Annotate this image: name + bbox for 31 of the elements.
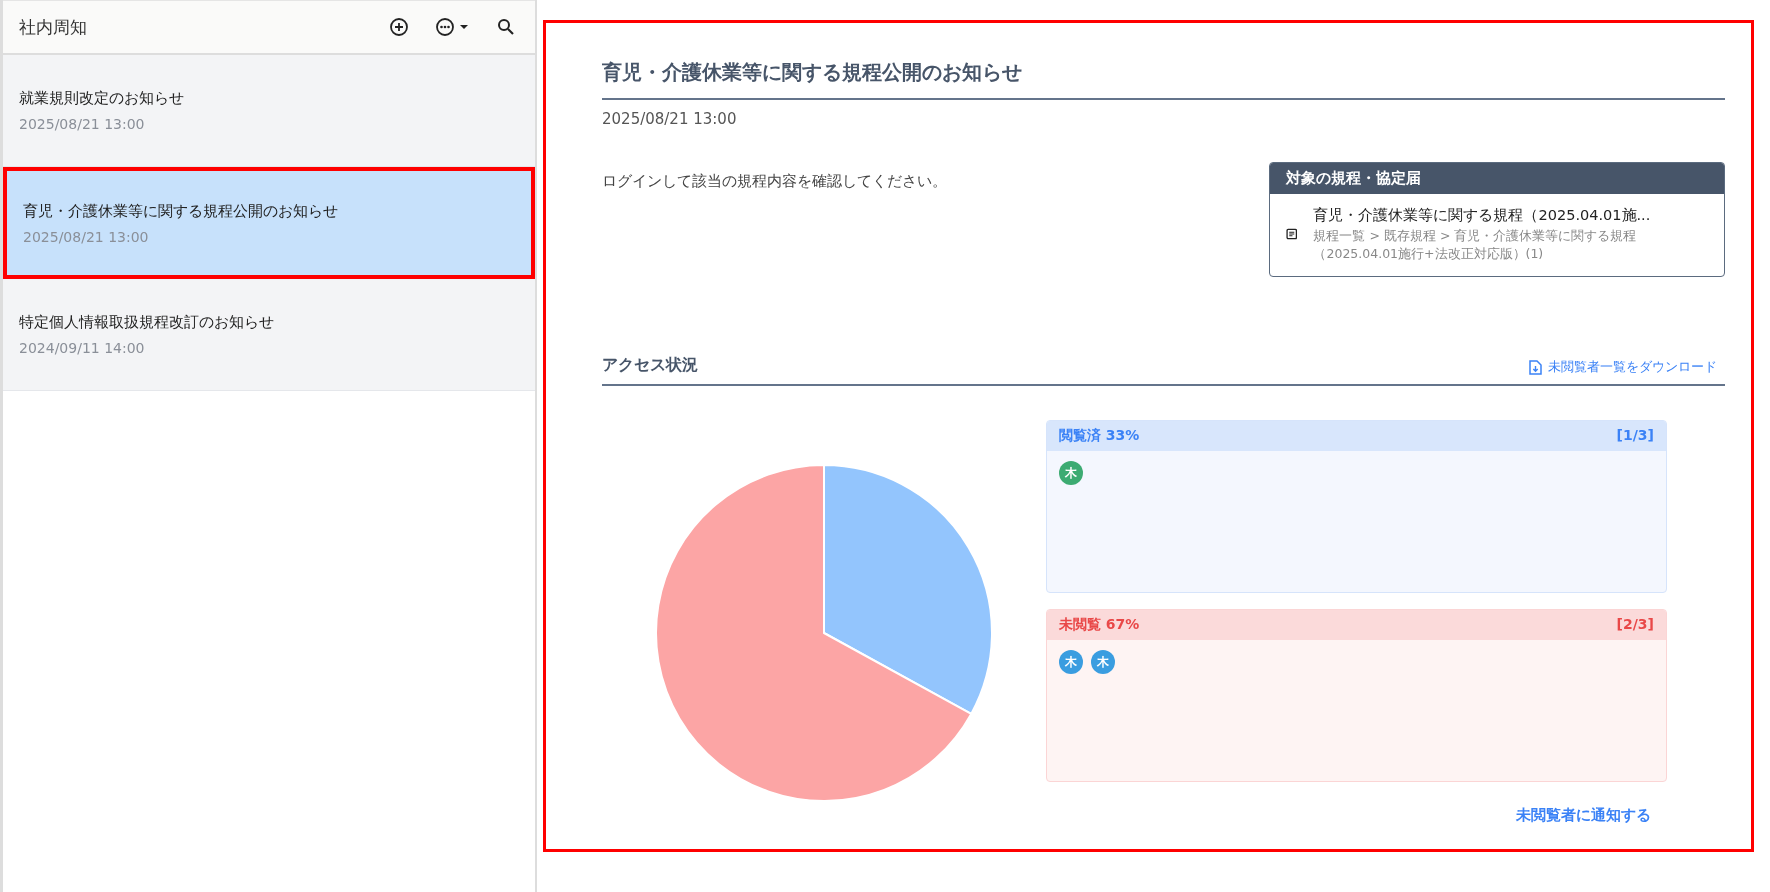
group-count: [2/3] bbox=[1616, 616, 1654, 634]
notice-date: 2025/08/21 13:00 bbox=[23, 228, 150, 245]
notice-title: 特定個人情報取扱規程改訂のお知らせ bbox=[19, 313, 275, 332]
document-icon bbox=[1286, 226, 1298, 242]
notice-body: ログインして該当の規程内容を確認してください。 bbox=[602, 172, 947, 192]
user-avatar[interactable]: 木 bbox=[1059, 461, 1083, 485]
group-label: 閲覧済 33% bbox=[1059, 427, 1140, 445]
notice-title: 育児・介護休業等に関する規程公開のお知らせ bbox=[23, 201, 339, 221]
group-label: 未閲覧 67% bbox=[1059, 616, 1140, 634]
rule-document-link[interactable]: 育児・介護休業等に関する規程（2025.04.01施... bbox=[1313, 206, 1710, 225]
sidebar-title: 社内周知 bbox=[19, 15, 87, 39]
notice-list-item[interactable]: 特定個人情報取扱規程改訂のお知らせ 2024/09/11 14:00 bbox=[3, 279, 535, 391]
card-header: 対象の規程・協定届 bbox=[1270, 163, 1724, 194]
file-download-icon bbox=[1529, 359, 1542, 375]
notice-list-item[interactable]: 就業規則改定のお知らせ 2025/08/21 13:00 bbox=[3, 55, 535, 167]
user-avatar[interactable]: 木 bbox=[1091, 650, 1115, 674]
notice-date: 2024/09/11 14:00 bbox=[19, 340, 146, 356]
search-icon[interactable] bbox=[497, 18, 515, 36]
notice-list-item[interactable]: 育児・介護休業等に関する規程公開のお知らせ 2025/08/21 13:00 bbox=[3, 167, 535, 279]
rule-document-path: 規程一覧 > 既存規程 > 育児・介護休業等に関する規程（2025.04.01施行+法改正対応版）(1) bbox=[1313, 227, 1638, 262]
notice-heading: 育児・介護休業等に関する規程公開のお知らせ bbox=[602, 59, 1725, 100]
access-status-heading: アクセス状況 bbox=[602, 355, 698, 376]
download-link[interactable]: 未閲覧者一覧をダウンロード bbox=[1529, 358, 1717, 376]
notice-title: 就業規則改定のお知らせ bbox=[19, 89, 185, 108]
notify-unread-link[interactable]: 未閲覧者に通知する bbox=[1516, 806, 1651, 825]
add-icon[interactable] bbox=[389, 17, 409, 37]
more-menu-icon[interactable] bbox=[435, 17, 471, 37]
group-count: [1/3] bbox=[1616, 427, 1654, 445]
user-avatar[interactable]: 木 bbox=[1059, 650, 1083, 674]
notice-date: 2025/08/21 13:00 bbox=[602, 110, 738, 128]
notice-date: 2025/08/21 13:00 bbox=[19, 116, 146, 132]
